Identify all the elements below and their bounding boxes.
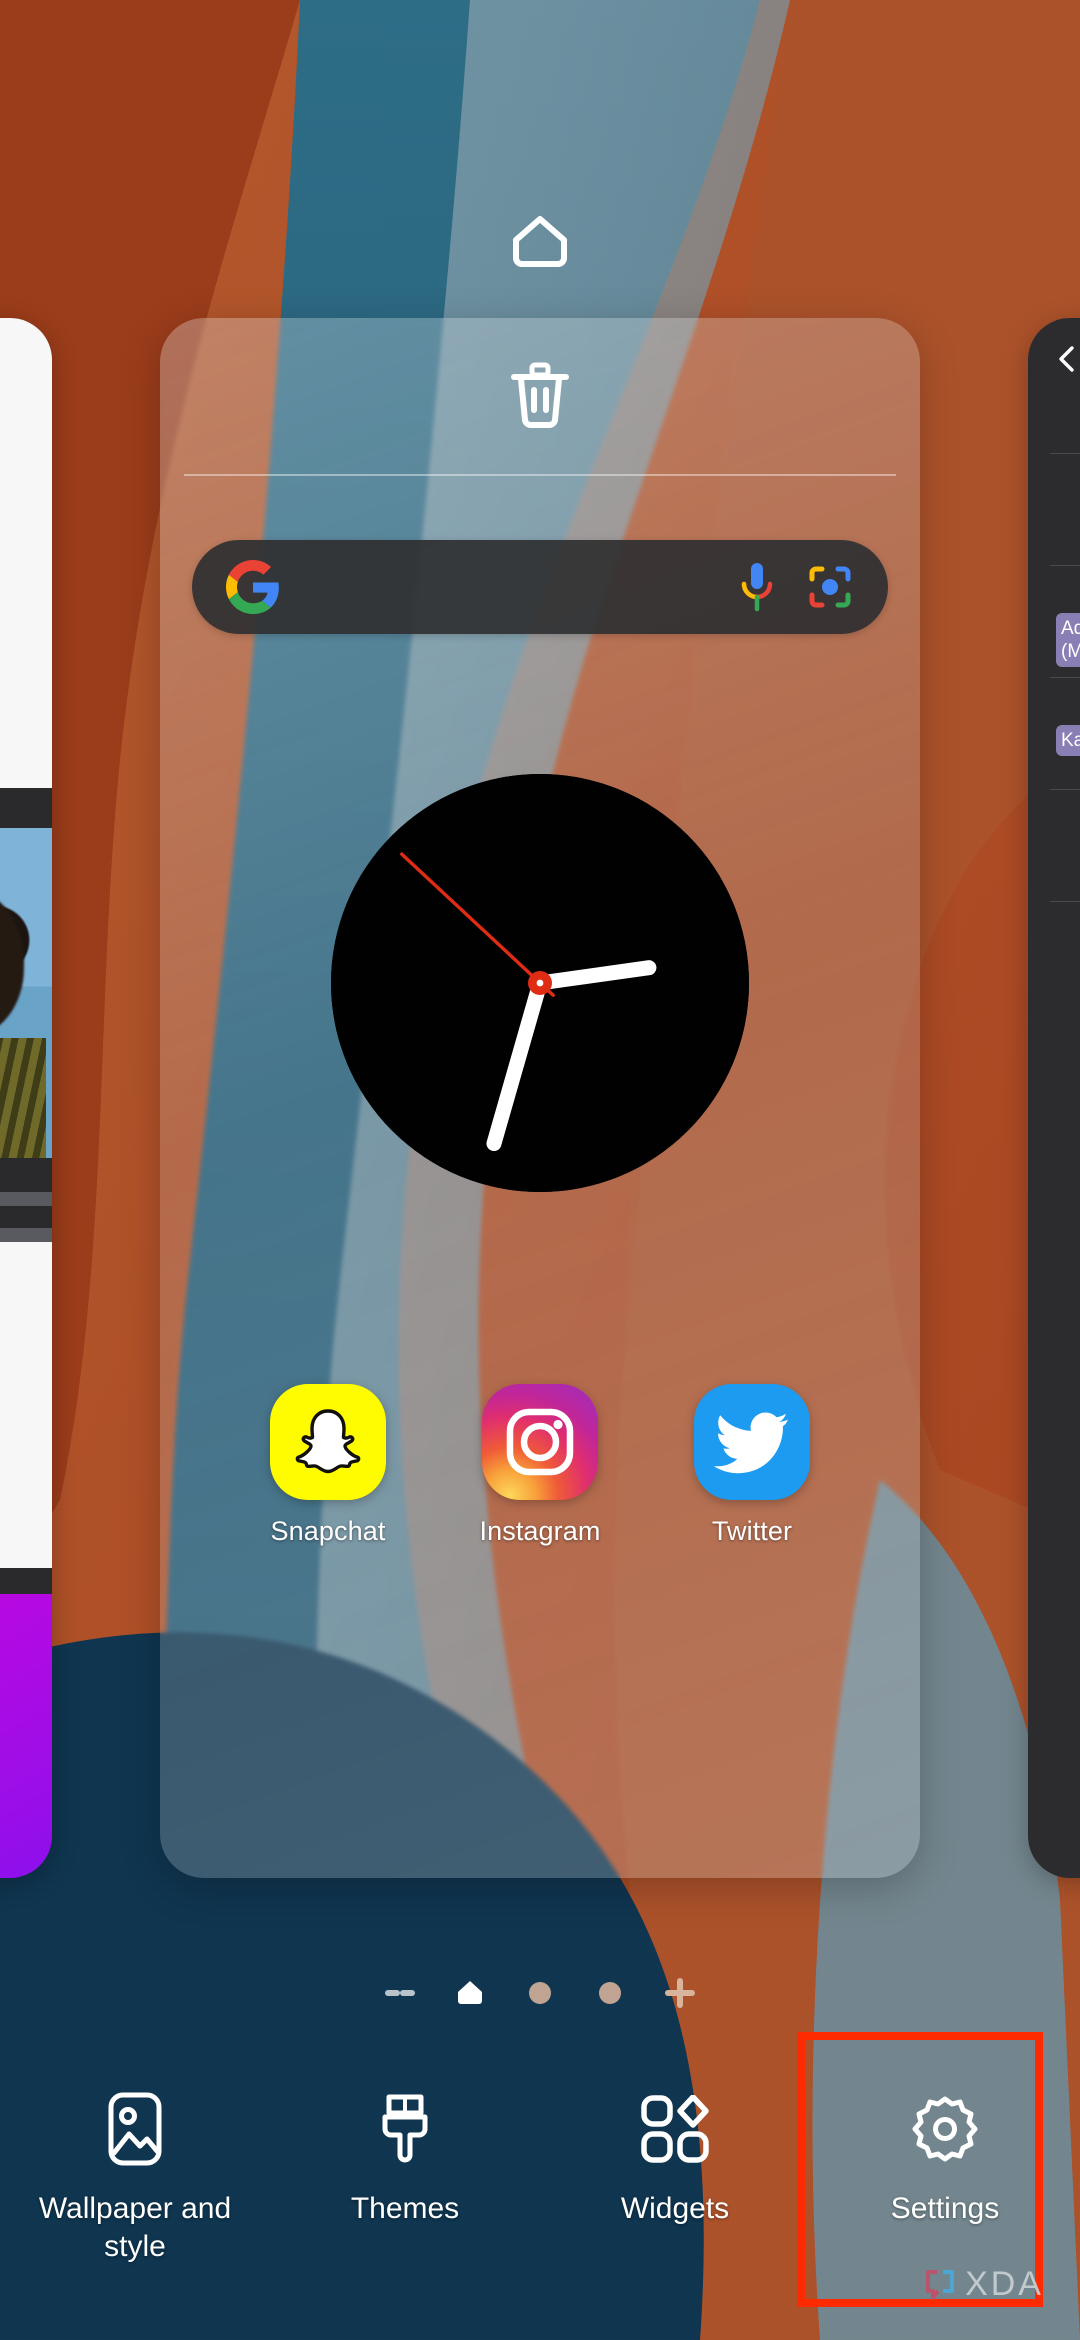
trash-icon [511,362,569,428]
calendar-week-row: 27 [1050,453,1080,565]
calendar-week-row: 20 [1050,789,1080,901]
home-outline-icon [513,216,567,267]
clock-face [331,774,749,1192]
app-label: Instagram [479,1516,601,1546]
toolbar-item-label: Themes [350,2192,460,2225]
page-indicator [0,1978,1080,2008]
toolbar-item-widgets[interactable]: Widgets [540,2086,810,2228]
preview-photo-shirt [0,1038,46,1158]
card-divider [184,474,896,476]
preview-dark-bar [0,788,52,828]
calendar-week-row: 27 [1050,901,1080,1013]
home-page-preview-current[interactable]: Snapchat Instagram Twitter [160,318,920,1878]
calendar-day-number: 27 [1050,910,1080,941]
preview-photo-hair [0,887,24,1038]
calendar-day-number: 13 [1050,686,1080,717]
toolbar-item-themes[interactable]: Themes [270,2086,540,2228]
calendar-day-number: 6 [1050,574,1080,605]
preview-photo [0,828,52,1158]
app-twitter[interactable]: Twitter [670,1384,834,1547]
home-page-preview-left[interactable] [0,318,52,1878]
line [400,1990,415,1996]
calendar-day-number: 27 [1050,462,1080,493]
preview-dark-bar [0,1158,52,1192]
google-g-icon [226,560,279,614]
xda-watermark: XDA [922,2265,1044,2304]
widgets-icon [641,2086,709,2172]
app-row: Snapchat Instagram Twitter [160,1384,920,1547]
page-indicator-dot[interactable] [595,1978,625,2008]
preview-purple-block [0,1594,52,1878]
preview-dark-bar [0,1568,52,1594]
wallpaper-icon [107,2086,163,2172]
plus-icon [665,1978,695,2008]
app-instagram[interactable]: Instagram [458,1384,622,1547]
calendar-day-number: 20 [1050,798,1080,829]
preview-divider [0,1228,52,1242]
calendar-event[interactable]: Adam (MWC) [1056,613,1080,667]
instagram-icon [482,1384,598,1500]
app-label: Snapchat [270,1516,386,1546]
toolbar-item-wallpaper-and-style[interactable]: Wallpaper and style [0,2086,270,2266]
calendar-week-row: 6 Adam (MWC) [1050,565,1080,677]
google-search-bar[interactable] [192,540,888,634]
calendar-month-title: M [1028,415,1080,439]
twitter-icon [694,1384,810,1500]
toolbar-item-label: Widgets [620,2192,730,2225]
paintbrush-icon [379,2086,431,2172]
home-filled-icon [458,1981,482,2004]
top-home-indicator[interactable] [0,212,1080,272]
home-editor-toolbar: Wallpaper and style Themes Widgets Setti… [0,2062,1080,2340]
calendar-widget-preview: M 27 6 Adam (MWC) 13 Karthik O 20 27 [1028,318,1080,1878]
xda-watermark-text: XDA [965,2265,1044,2303]
delete-page-button[interactable] [160,360,920,430]
app-drawer-indicator[interactable] [385,1978,415,2008]
page-indicator-dot[interactable] [525,1978,555,2008]
preview-white-block [0,1242,52,1568]
toolbar-item-label: Wallpaper and style [38,2192,232,2263]
home-page-indicator[interactable] [455,1978,485,2008]
google-lens-icon[interactable] [806,563,854,611]
chevron-left-icon[interactable] [1052,344,1080,374]
app-snapchat[interactable]: Snapchat [246,1384,410,1547]
gear-icon [911,2086,979,2172]
calendar-week-row: 13 Karthik O [1050,677,1080,789]
toolbar-item-label: Settings [890,2192,1000,2225]
home-page-carousel[interactable]: Snapchat Instagram Twitter Ad (M Ka [0,318,1080,1878]
toolbar-item-settings[interactable]: Settings [810,2086,1080,2228]
app-label: Twitter [711,1516,793,1546]
add-page-button[interactable] [665,1978,695,2008]
clock-hub-center [536,979,544,987]
home-page-preview-right[interactable]: M 27 6 Adam (MWC) 13 Karthik O 20 27 [1028,318,1080,1878]
calendar-event[interactable]: Karthik O [1056,725,1080,756]
xda-bracket-icon [926,2269,955,2300]
line [385,1990,400,1996]
preview-white-block [0,318,52,788]
analog-clock-widget[interactable] [331,774,749,1192]
snapchat-icon [270,1384,386,1500]
preview-dark-bar [0,1206,52,1228]
microphone-icon[interactable] [740,561,774,613]
preview-divider [0,1192,52,1206]
